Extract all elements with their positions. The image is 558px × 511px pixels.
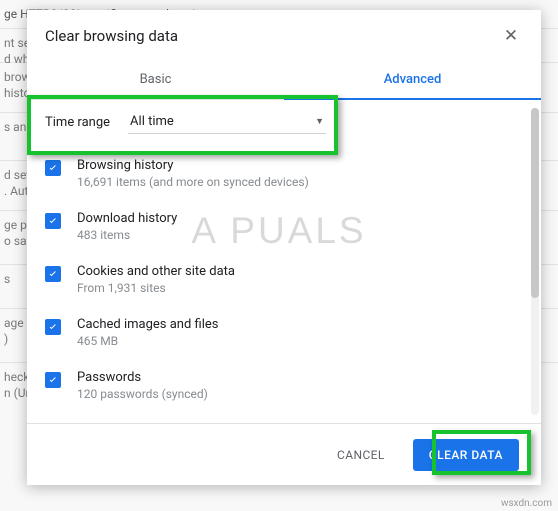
item-title: Passwords: [77, 370, 208, 385]
item-subtitle: 465 MB: [77, 334, 218, 348]
list-item: Cookies and other site data From 1,931 s…: [45, 260, 523, 299]
clear-data-button[interactable]: CLEAR DATA: [413, 439, 519, 471]
time-range-row: Time range All time ▼: [45, 100, 523, 148]
tab-advanced[interactable]: Advanced: [284, 62, 541, 99]
time-range-dropdown[interactable]: All time ▼: [128, 110, 326, 134]
item-subtitle: From 1,931 sites: [77, 281, 235, 295]
image-credit: wsxdn.com: [501, 498, 552, 509]
cancel-button[interactable]: CANCEL: [325, 439, 397, 471]
dialog-scroll-area: Time range All time ▼ Browsing history 1…: [27, 100, 541, 423]
close-icon[interactable]: ✕: [499, 24, 523, 48]
item-title: Cached images and files: [77, 317, 218, 332]
item-subtitle: 16,691 items (and more on synced devices…: [77, 175, 309, 189]
item-title: Cookies and other site data: [77, 264, 235, 279]
data-type-list: Browsing history 16,691 items (and more …: [45, 154, 523, 423]
checkbox-passwords[interactable]: [45, 372, 61, 388]
dialog-footer: CANCEL CLEAR DATA: [27, 423, 541, 485]
item-subtitle: 120 passwords (synced): [77, 387, 208, 401]
item-title: Download history: [77, 211, 177, 226]
list-item: Download history 483 items: [45, 207, 523, 246]
tab-basic[interactable]: Basic: [27, 62, 284, 99]
list-item: Passwords 120 passwords (synced): [45, 366, 523, 405]
item-subtitle: 483 items: [77, 228, 177, 242]
list-item: Autofill form data: [45, 419, 523, 423]
list-item: Cached images and files 465 MB: [45, 313, 523, 352]
time-range-value: All time: [130, 114, 174, 129]
dialog-tabs: Basic Advanced: [27, 62, 541, 100]
chevron-down-icon: ▼: [315, 116, 324, 127]
checkbox-cookies[interactable]: [45, 266, 61, 282]
checkbox-cache[interactable]: [45, 319, 61, 335]
list-item: Browsing history 16,691 items (and more …: [45, 154, 523, 193]
scrollbar-thumb[interactable]: [531, 108, 539, 298]
scrollbar[interactable]: [531, 108, 539, 415]
checkbox-download-history[interactable]: [45, 213, 61, 229]
dialog-header: Clear browsing data ✕: [27, 10, 541, 52]
time-range-label: Time range: [45, 115, 110, 130]
item-title: Browsing history: [77, 158, 309, 173]
dialog-title: Clear browsing data: [45, 27, 178, 45]
clear-browsing-data-dialog: Clear browsing data ✕ Basic Advanced Tim…: [27, 10, 541, 485]
checkbox-browsing-history[interactable]: [45, 160, 61, 176]
